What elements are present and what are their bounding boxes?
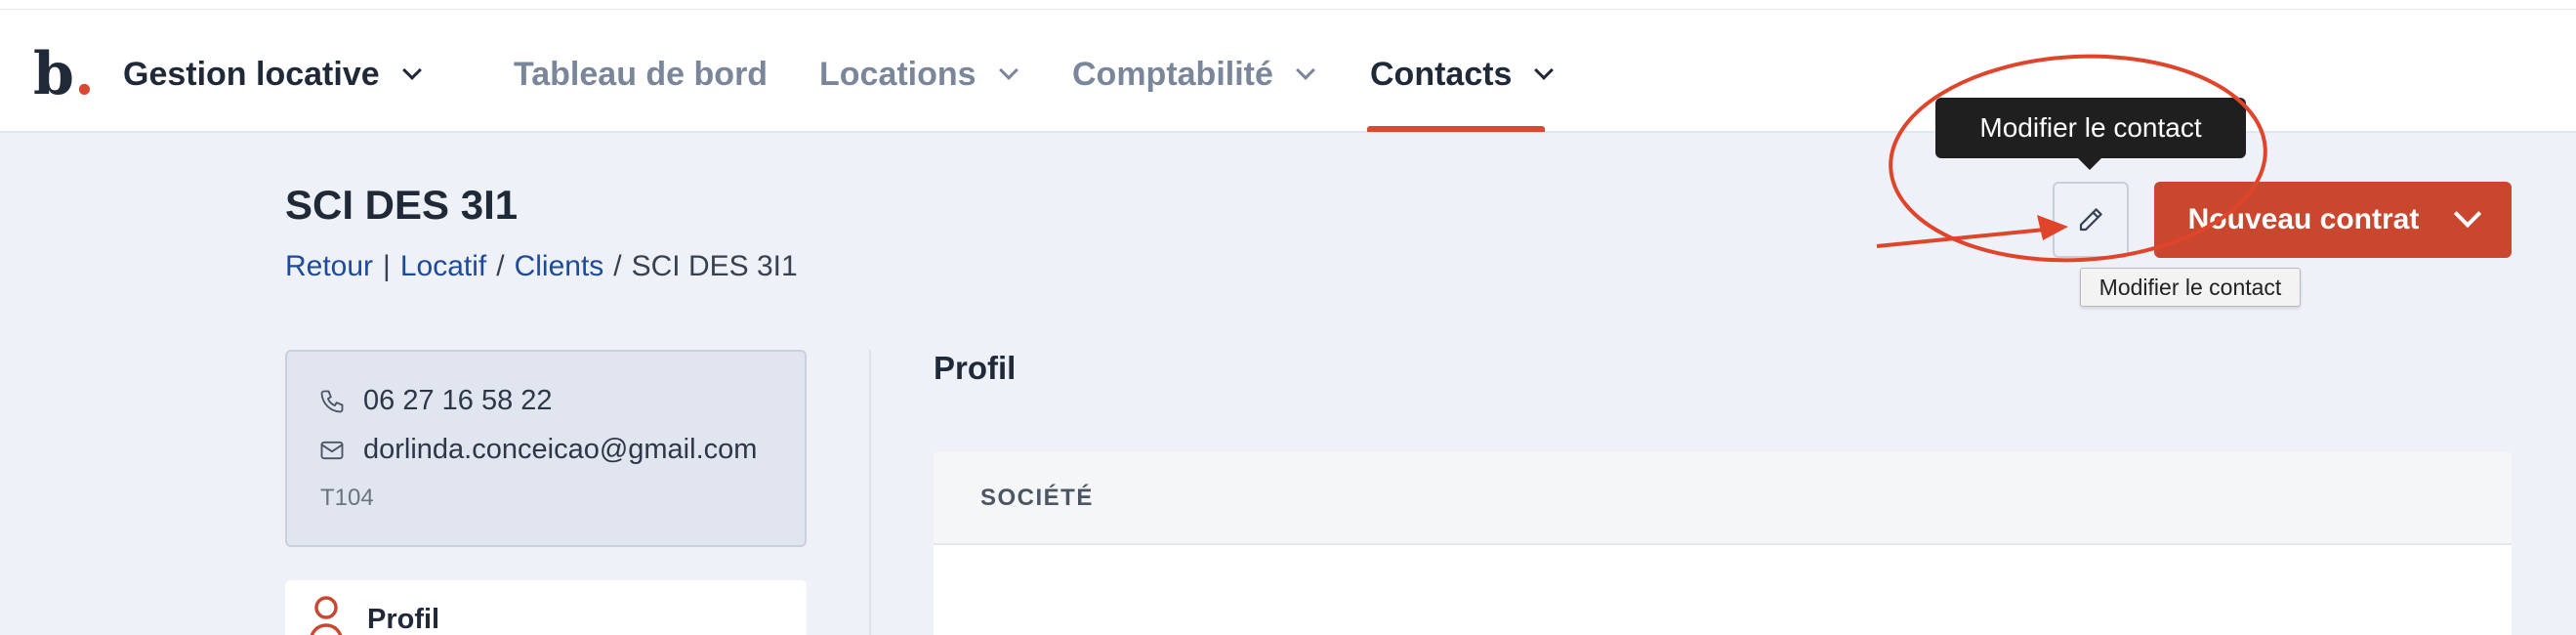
active-tab-indicator xyxy=(1367,126,1545,132)
nav-item-label: Locations xyxy=(819,55,976,93)
nav-brand-label: Gestion locative xyxy=(123,55,380,93)
breadcrumb-locatif-link[interactable]: Locatif xyxy=(400,250,486,283)
nav-item-contacts[interactable]: Contacts xyxy=(1370,55,1555,94)
logo-letter: b xyxy=(33,40,74,108)
company-panel-header: SOCIÉTÉ xyxy=(934,451,2512,545)
contact-phone: 06 27 16 58 22 xyxy=(363,385,553,416)
page-title: SCI DES 3I1 xyxy=(285,182,519,228)
company-panel: SOCIÉTÉ xyxy=(934,451,2512,635)
edit-contact-tooltip: Modifier le contact xyxy=(1935,98,2246,170)
nav-item-locations[interactable]: Locations xyxy=(819,55,1018,94)
edit-contact-button[interactable] xyxy=(2053,182,2129,258)
nav-item-label: Tableau de bord xyxy=(514,55,769,93)
mail-icon xyxy=(320,441,344,459)
breadcrumb-current: SCI DES 3I1 xyxy=(631,250,798,282)
contact-reference: T104 xyxy=(320,485,374,511)
logo-dot: . xyxy=(73,40,95,108)
nav-brand-menu[interactable]: Gestion locative xyxy=(123,55,422,94)
breadcrumb-separator: / xyxy=(496,250,505,282)
new-contract-label: Nouveau contrat xyxy=(2187,203,2420,235)
chevron-down-icon xyxy=(401,61,422,80)
nav-item-comptabilite[interactable]: Comptabilité xyxy=(1072,55,1315,94)
contact-phone-row[interactable]: 06 27 16 58 22 xyxy=(318,385,553,417)
app-logo[interactable]: b. xyxy=(33,45,95,104)
chevron-down-icon xyxy=(2454,199,2482,229)
nav-item-label: Comptabilité xyxy=(1072,55,1273,93)
column-divider xyxy=(869,350,871,635)
sidebar-item-profil[interactable]: Profil xyxy=(285,580,807,635)
breadcrumb-separator: / xyxy=(613,250,622,282)
pencil-icon xyxy=(2079,208,2102,232)
breadcrumb: Retour | Locatif / Clients / SCI DES 3I1 xyxy=(285,250,798,283)
new-contract-button[interactable]: Nouveau contrat xyxy=(2154,182,2512,258)
annotation-arrow-line xyxy=(1876,227,2056,248)
window-top-strip xyxy=(0,0,2576,10)
breadcrumb-clients-link[interactable]: Clients xyxy=(515,250,604,283)
sidebar-item-label: Profil xyxy=(367,604,440,635)
phone-icon xyxy=(320,390,344,412)
chevron-down-icon xyxy=(1296,61,1315,80)
breadcrumb-divider: | xyxy=(383,250,391,282)
company-panel-title: SOCIÉTÉ xyxy=(980,485,1094,511)
nav-item-tableau-de-bord[interactable]: Tableau de bord xyxy=(514,55,768,94)
edit-contact-native-tooltip: Modifier le contact xyxy=(2080,268,2301,307)
chevron-down-icon xyxy=(998,61,1018,80)
section-title: Profil xyxy=(934,350,1017,386)
contact-email-row[interactable]: dorlinda.conceicao@gmail.com xyxy=(318,434,757,466)
nav-item-label: Contacts xyxy=(1370,55,1513,93)
chevron-down-icon xyxy=(1534,61,1555,80)
breadcrumb-back-link[interactable]: Retour xyxy=(285,250,373,283)
contact-info-card: 06 27 16 58 22 dorlinda.conceicao@gmail.… xyxy=(285,350,807,547)
contact-email: dorlinda.conceicao@gmail.com xyxy=(363,434,758,465)
user-icon xyxy=(310,596,343,635)
